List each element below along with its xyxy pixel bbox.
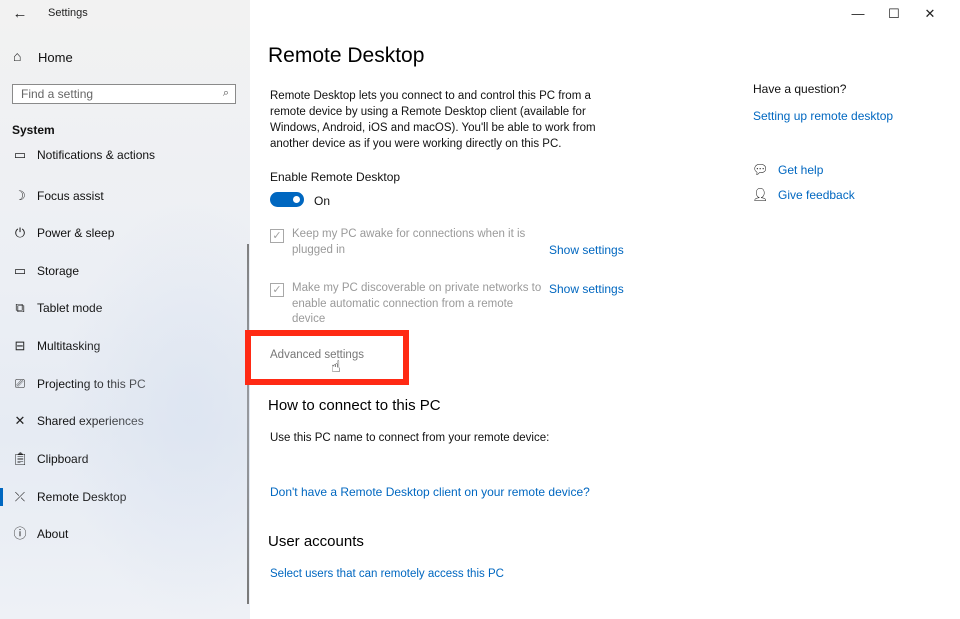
maximize-icon[interactable]: ☐: [880, 4, 908, 24]
highlight-box: [245, 330, 409, 385]
sidebar-nav: ▭ Notifications & actions ☽ Focus assist…: [0, 146, 250, 616]
close-icon[interactable]: ✕: [916, 4, 944, 24]
how-to-connect-heading: How to connect to this PC: [268, 397, 441, 414]
sidebar: ← Settings ⌂ Home ⌕ System ▭ Notificatio…: [0, 0, 250, 619]
home-label: Home: [38, 50, 73, 65]
sidebar-item-clipboard[interactable]: 📋︎ Clipboard: [0, 444, 245, 474]
info-icon: ⓘ: [13, 526, 27, 541]
back-arrow-icon[interactable]: ←: [10, 4, 30, 24]
enable-remote-desktop-label: Enable Remote Desktop: [270, 170, 401, 184]
toggle-state-label: On: [314, 194, 331, 208]
sidebar-item-label: Projecting to this PC: [37, 377, 146, 391]
get-help-link[interactable]: Get help: [778, 163, 823, 177]
clipboard-icon: 📋︎: [12, 451, 29, 466]
sidebar-item-shared-experiences[interactable]: ✕ Shared experiences: [0, 406, 245, 436]
discoverable-label: Make my PC discoverable on private netwo…: [292, 282, 542, 325]
sidebar-item-about[interactable]: ⓘ About: [0, 519, 245, 549]
use-pc-name-text: Use this PC name to connect from your re…: [270, 432, 550, 444]
sidebar-item-multitasking[interactable]: ⊟ Multitasking: [0, 331, 245, 361]
sidebar-item-label: Remote Desktop: [37, 490, 127, 504]
sidebar-item-label: Tablet mode: [37, 301, 103, 315]
sidebar-item-storage[interactable]: ▭ Storage: [0, 256, 245, 286]
chat-help-icon: 💬︎: [752, 162, 769, 177]
search-icon[interactable]: ⌕: [223, 87, 229, 100]
search-box[interactable]: ⌕: [12, 84, 236, 104]
sidebar-item-label: Focus assist: [37, 189, 104, 203]
main-content: — ☐ ✕ Remote Desktop Remote Desktop lets…: [252, 0, 960, 619]
sidebar-item-label: Storage: [37, 264, 80, 278]
app-title: Settings: [48, 7, 88, 19]
page-title: Remote Desktop: [268, 44, 425, 67]
sidebar-item-tablet-mode[interactable]: ⧉ Tablet mode: [0, 293, 245, 323]
moon-icon: ☽: [14, 188, 26, 203]
sidebar-item-focus-assist[interactable]: ☽ Focus assist: [0, 181, 245, 211]
multitasking-icon: ⊟: [14, 338, 26, 353]
sidebar-item-notifications[interactable]: ▭ Notifications & actions: [0, 146, 245, 170]
sidebar-item-label: Power & sleep: [37, 226, 115, 240]
sidebar-item-label: Clipboard: [37, 452, 89, 466]
client-download-link[interactable]: Don't have a Remote Desktop client on yo…: [270, 485, 590, 499]
show-settings-link-2[interactable]: Show settings: [549, 282, 624, 296]
setup-remote-desktop-link[interactable]: Setting up remote desktop: [753, 109, 893, 123]
select-users-link[interactable]: Select users that can remotely access th…: [270, 568, 504, 580]
shared-icon: ✕: [14, 413, 26, 428]
show-settings-link-1[interactable]: Show settings: [549, 243, 624, 257]
feedback-person-icon: 👤︎: [752, 187, 769, 202]
power-icon: ⏻: [14, 225, 26, 240]
toggle-knob: [293, 196, 300, 203]
title-bar: ← Settings: [0, 0, 250, 28]
window-controls: — ☐ ✕: [840, 0, 960, 28]
sidebar-item-label: Multitasking: [37, 339, 101, 353]
search-input[interactable]: [13, 85, 211, 103]
projector-icon: ⎚: [14, 376, 26, 391]
hand-cursor-icon: ☝︎: [331, 359, 341, 376]
home-icon: ⌂: [13, 48, 22, 64]
keep-awake-checkbox[interactable]: ✓: [270, 229, 284, 243]
sidebar-scrollbar[interactable]: [247, 244, 249, 604]
sidebar-item-label: About: [37, 527, 69, 541]
section-title: System: [12, 123, 55, 137]
sidebar-item-remote-desktop[interactable]: ⤫ Remote Desktop: [0, 482, 245, 512]
help-question: Have a question?: [753, 82, 847, 96]
keep-awake-label: Keep my PC awake for connections when it…: [292, 228, 526, 256]
sidebar-item-label: Shared experiences: [37, 414, 144, 428]
enable-remote-desktop-toggle[interactable]: [270, 192, 304, 207]
storage-icon: ▭: [13, 263, 27, 278]
sidebar-item-label: Notifications & actions: [37, 148, 156, 162]
discoverable-checkbox[interactable]: ✓: [270, 283, 284, 297]
sidebar-item-home[interactable]: ⌂ Home: [0, 44, 250, 70]
minimize-icon[interactable]: —: [844, 4, 872, 24]
give-feedback-link[interactable]: Give feedback: [778, 188, 855, 202]
description-text: Remote Desktop lets you connect to and c…: [270, 90, 596, 150]
sidebar-item-power-sleep[interactable]: ⏻ Power & sleep: [0, 218, 245, 248]
sidebar-item-projecting[interactable]: ⎚ Projecting to this PC: [0, 369, 245, 399]
notifications-icon: ▭: [13, 147, 27, 162]
tablet-icon: ⧉: [15, 300, 25, 315]
user-accounts-heading: User accounts: [268, 533, 364, 550]
remote-desktop-icon: ⤫: [14, 489, 26, 504]
